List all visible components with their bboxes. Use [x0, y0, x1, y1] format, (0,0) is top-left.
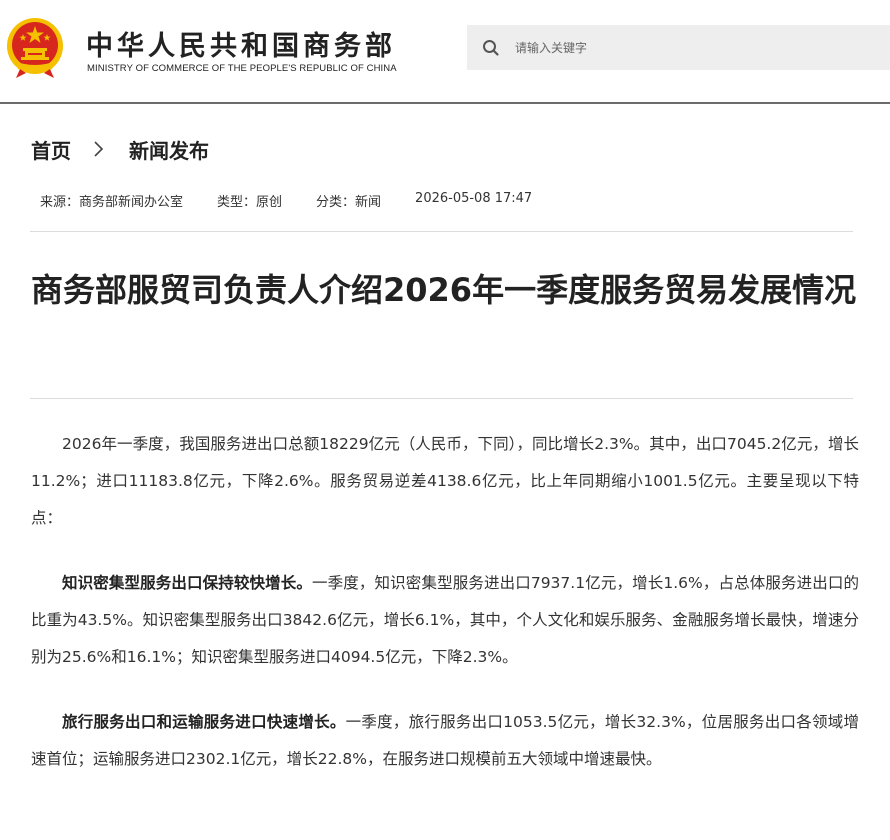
- article-paragraph: 2026年一季度，我国服务进出口总额18229亿元（人民币，下同），同比增长2.…: [31, 426, 859, 537]
- meta-type: 类型：原创: [217, 195, 283, 210]
- site-header: 中华人民共和国商务部 MINISTRY OF COMMERCE OF THE P…: [0, 0, 890, 104]
- search-icon[interactable]: [481, 38, 501, 58]
- search-box[interactable]: [467, 25, 890, 70]
- meta-category: 分类：新闻: [316, 195, 382, 210]
- search-input[interactable]: [515, 25, 875, 70]
- meta-divider: [30, 231, 853, 232]
- national-emblem-icon[interactable]: [6, 17, 64, 79]
- breadcrumb: 首页 新闻发布: [31, 135, 209, 163]
- ministry-name-en[interactable]: MINISTRY OF COMMERCE OF THE PEOPLE'S REP…: [87, 63, 397, 74]
- paragraph-lead: 旅行服务出口和运输服务进口快速增长。: [62, 713, 346, 731]
- paragraph-text: 2026年一季度，我国服务进出口总额18229亿元（人民币，下同），同比增长2.…: [31, 435, 859, 527]
- meta-source: 来源：商务部新闻办公室: [40, 195, 184, 210]
- breadcrumb-news-release-link[interactable]: 新闻发布: [129, 135, 209, 164]
- title-divider: [30, 398, 853, 399]
- article-meta: 来源：商务部新闻办公室 类型：原创 分类：新闻 2026-05-08 17:47: [40, 191, 532, 210]
- article-paragraph: 旅行服务出口和运输服务进口快速增长。一季度，旅行服务出口1053.5亿元，增长3…: [31, 704, 859, 778]
- ministry-name-cn[interactable]: 中华人民共和国商务部: [86, 24, 396, 63]
- meta-datetime: 2026-05-08 17:47: [415, 191, 533, 206]
- breadcrumb-home-link[interactable]: 首页: [31, 135, 71, 164]
- article-title: 商务部服贸司负责人介绍2026年一季度服务贸易发展情况: [31, 271, 857, 309]
- article-body: 2026年一季度，我国服务进出口总额18229亿元（人民币，下同），同比增长2.…: [31, 426, 859, 806]
- paragraph-lead: 知识密集型服务出口保持较快增长。: [62, 574, 313, 592]
- article-paragraph: 知识密集型服务出口保持较快增长。一季度，知识密集型服务进出口7937.1亿元，增…: [31, 565, 859, 676]
- chevron-right-icon: [89, 139, 109, 159]
